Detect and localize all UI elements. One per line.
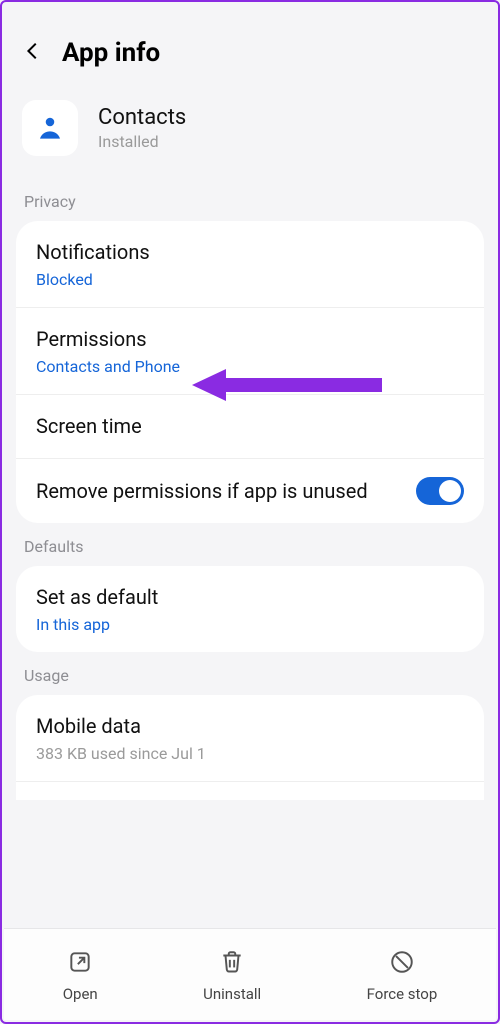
back-icon[interactable] bbox=[22, 40, 44, 66]
open-label: Open bbox=[63, 985, 98, 1003]
force-stop-label: Force stop bbox=[367, 985, 438, 1003]
permissions-row[interactable]: Permissions Contacts and Phone bbox=[16, 308, 484, 395]
screentime-row[interactable]: Screen time bbox=[16, 395, 484, 459]
privacy-card: Notifications Blocked Permissions Contac… bbox=[16, 221, 484, 523]
uninstall-label: Uninstall bbox=[203, 985, 261, 1003]
notifications-row[interactable]: Notifications Blocked bbox=[16, 221, 484, 308]
set-default-sub: In this app bbox=[36, 615, 464, 634]
remove-perms-toggle[interactable] bbox=[416, 477, 464, 505]
set-default-row[interactable]: Set as default In this app bbox=[16, 566, 484, 652]
mobile-data-row[interactable]: Mobile data 383 KB used since Jul 1 bbox=[16, 695, 484, 782]
section-privacy-label: Privacy bbox=[16, 178, 484, 221]
section-usage-label: Usage bbox=[16, 652, 484, 695]
cutoff-row bbox=[16, 782, 484, 800]
uninstall-button[interactable]: Uninstall bbox=[203, 949, 261, 1003]
contacts-app-icon bbox=[22, 100, 78, 156]
app-header: Contacts Installed bbox=[16, 96, 484, 178]
permissions-title: Permissions bbox=[36, 326, 464, 353]
set-default-title: Set as default bbox=[36, 584, 464, 611]
mobile-data-title: Mobile data bbox=[36, 713, 464, 740]
usage-card: Mobile data 383 KB used since Jul 1 bbox=[16, 695, 484, 800]
page-title: App info bbox=[62, 38, 160, 68]
app-status: Installed bbox=[98, 132, 186, 151]
open-button[interactable]: Open bbox=[63, 949, 98, 1003]
trash-icon bbox=[219, 949, 245, 979]
mobile-data-sub: 383 KB used since Jul 1 bbox=[36, 744, 464, 763]
remove-perms-row[interactable]: Remove permissions if app is unused bbox=[16, 459, 484, 523]
app-name: Contacts bbox=[98, 105, 186, 130]
open-icon bbox=[67, 949, 93, 979]
force-stop-button[interactable]: Force stop bbox=[367, 949, 438, 1003]
stop-icon bbox=[389, 949, 415, 979]
notifications-title: Notifications bbox=[36, 239, 464, 266]
permissions-sub: Contacts and Phone bbox=[36, 357, 464, 376]
screentime-title: Screen time bbox=[36, 413, 464, 440]
section-defaults-label: Defaults bbox=[16, 523, 484, 566]
defaults-card: Set as default In this app bbox=[16, 566, 484, 652]
remove-perms-title: Remove permissions if app is unused bbox=[36, 478, 400, 505]
notifications-sub: Blocked bbox=[36, 270, 464, 289]
bottom-bar: Open Uninstall Force stop bbox=[4, 928, 496, 1020]
